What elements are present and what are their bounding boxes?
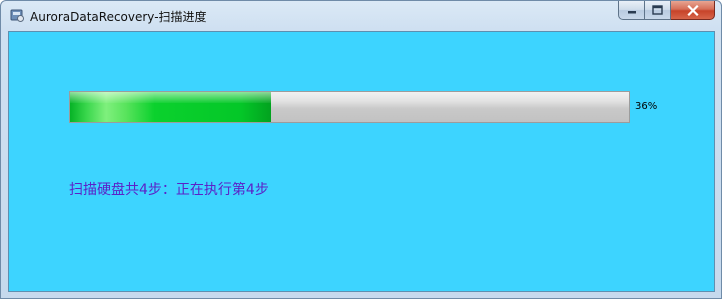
maximize-button[interactable]	[645, 1, 671, 20]
caption-buttons	[618, 1, 715, 20]
scan-status-text: 扫描硬盘共4步：正在执行第4步	[69, 182, 269, 198]
progress-percent: 36%	[635, 101, 658, 112]
scan-progress-window: AuroraDataRecovery-扫描进度 36% 扫描硬盘共4步：正在执行…	[0, 0, 722, 299]
client-area: 36% 扫描硬盘共4步：正在执行第4步	[8, 31, 715, 292]
scan-progress-fill	[70, 92, 272, 122]
app-icon	[10, 9, 24, 22]
minimize-button[interactable]	[618, 1, 645, 20]
window-title: AuroraDataRecovery-扫描进度	[30, 10, 207, 24]
close-button[interactable]	[671, 1, 715, 20]
close-icon	[686, 4, 699, 16]
scan-progress-bar	[69, 91, 630, 123]
minimize-icon	[627, 11, 636, 14]
maximize-icon	[652, 5, 663, 15]
title-bar[interactable]: AuroraDataRecovery-扫描进度	[1, 1, 721, 31]
